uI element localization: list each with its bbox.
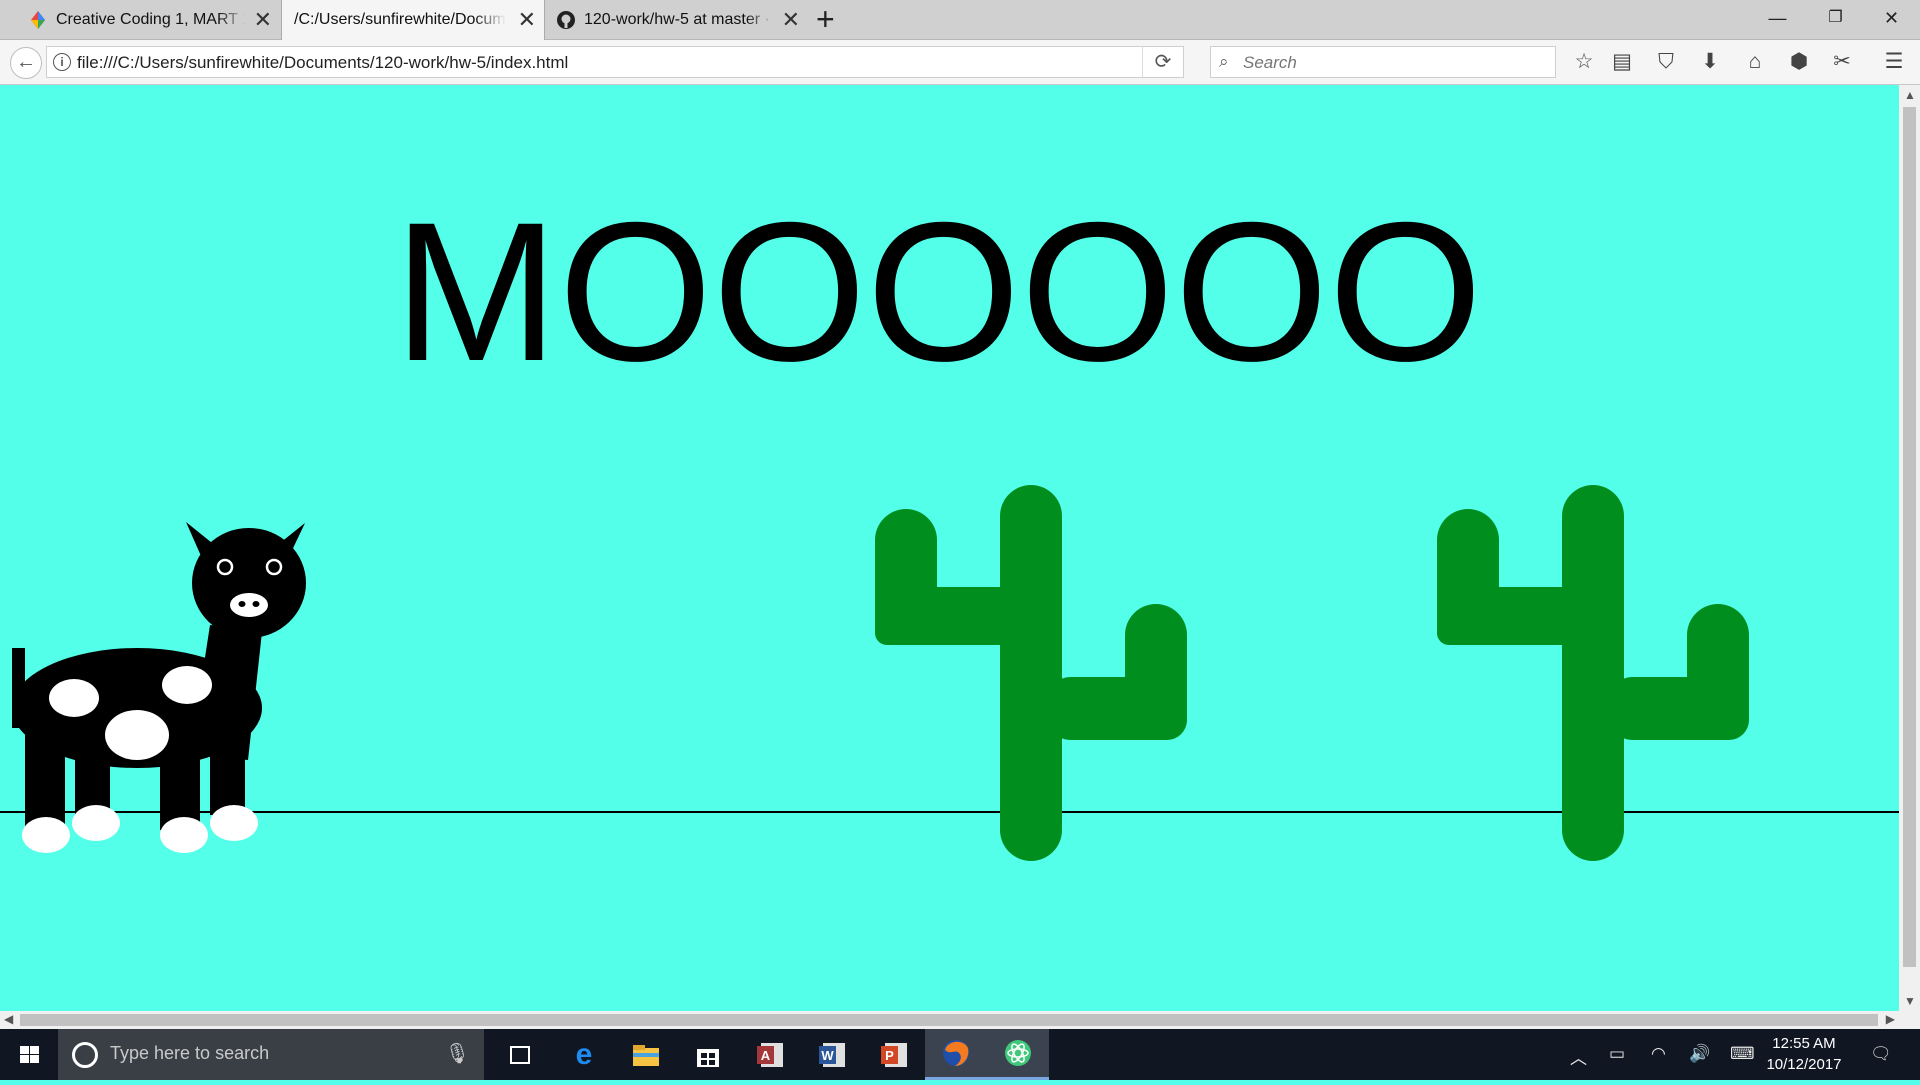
close-window-button[interactable]: ✕ (1864, 0, 1919, 36)
svg-text:e: e (576, 1040, 593, 1070)
cow (12, 522, 306, 853)
volume-icon[interactable]: 🔊 (1689, 1044, 1710, 1064)
scroll-left-icon[interactable]: ◀ (4, 1012, 13, 1026)
firefox-icon[interactable] (925, 1029, 987, 1080)
horizontal-scrollbar[interactable]: ◀ ▶ (0, 1011, 1899, 1029)
pocket-icon[interactable]: ⛉ (1652, 48, 1680, 76)
svg-text:W: W (821, 1048, 834, 1063)
cow-spot (162, 666, 212, 704)
edge-icon[interactable]: e (555, 1029, 613, 1080)
file-explorer-icon[interactable] (617, 1029, 675, 1080)
atom-icon[interactable] (987, 1029, 1049, 1080)
cow-hoof (22, 817, 70, 853)
cactus-trunk (1562, 485, 1624, 861)
close-tab-icon[interactable]: ✕ (254, 8, 272, 31)
screenshot-icon[interactable]: ✂ (1828, 48, 1856, 76)
new-tab-button[interactable]: + (816, 2, 835, 36)
restore-button[interactable]: ❐ (1808, 0, 1863, 36)
scrollbar-thumb[interactable] (1903, 107, 1916, 967)
task-view-icon[interactable] (491, 1029, 549, 1080)
github-icon (557, 10, 575, 29)
svg-text:A: A (761, 1048, 771, 1063)
keyboard-icon[interactable]: ⌨ (1730, 1044, 1755, 1064)
home-icon[interactable]: ⌂ (1741, 48, 1769, 76)
taskbar-search-input[interactable]: Type here to search (110, 1043, 269, 1064)
scene: MOOOOOO (0, 181, 1899, 861)
scrollbar-thumb[interactable] (20, 1014, 1878, 1026)
heading-text: MOOOOOO (394, 181, 1483, 402)
cactus (875, 485, 1187, 861)
cow-hoof (72, 805, 120, 841)
cactus-left-arm-joint (1437, 587, 1577, 645)
cow-snout (230, 593, 268, 617)
extension-icon[interactable]: ⬢ (1785, 48, 1813, 76)
taskbar-search-box[interactable]: Type here to search 🎙 (58, 1029, 484, 1080)
search-icon: ⌕ (1219, 52, 1229, 71)
cow-nostril (252, 601, 260, 607)
page-canvas: MOOOOOO (0, 85, 1899, 1011)
windows-logo-icon (20, 1046, 39, 1063)
cow-nostril (238, 601, 246, 607)
cow-hoof (210, 805, 258, 841)
menu-icon[interactable]: ☰ (1880, 48, 1908, 76)
powerpoint-icon[interactable]: P (865, 1029, 923, 1080)
access-icon[interactable]: A (741, 1029, 799, 1080)
address-text: file:///C:/Users/sunfirewhite/Documents/… (77, 53, 569, 72)
microphone-icon[interactable]: 🎙 (445, 1041, 470, 1066)
cow-leg (210, 735, 245, 815)
clock-time: 12:55 AM (1772, 1035, 1836, 1052)
clock-date: 10/12/2017 (1766, 1056, 1842, 1073)
cow-leg (75, 735, 110, 815)
cactus-left-arm-joint (875, 587, 1015, 645)
cow-hoof (160, 817, 208, 853)
minimize-button[interactable]: — (1750, 0, 1805, 36)
navigation-bar: ← i file:///C:/Users/sunfirewhite/Docume… (0, 40, 1920, 85)
scroll-right-icon[interactable]: ▶ (1886, 1012, 1895, 1026)
reload-button[interactable]: ⟳ (1142, 47, 1183, 77)
cortana-icon[interactable] (72, 1042, 98, 1068)
search-box[interactable]: ⌕ (1210, 46, 1556, 78)
scrollbar-corner (1899, 1011, 1920, 1029)
search-input[interactable] (1241, 50, 1545, 76)
cactus-trunk (1000, 485, 1062, 861)
tab-title: 120-work/hw-5 at master · Jo (584, 10, 774, 28)
svg-text:P: P (885, 1048, 894, 1063)
scroll-down-icon[interactable]: ▼ (1904, 994, 1916, 1008)
tab-github[interactable]: 120-work/hw-5 at master · Jo ✕ (546, 0, 808, 39)
clock[interactable]: 12:55 AM 10/12/2017 (1756, 1033, 1852, 1075)
wifi-icon[interactable]: ◠ (1651, 1044, 1666, 1064)
cactus-right-arm-joint (1050, 677, 1187, 740)
tab-title: /C:/Users/sunfirewhite/Documen (294, 11, 506, 28)
battery-icon[interactable]: ▭ (1609, 1044, 1625, 1064)
vertical-scrollbar[interactable]: ▲ ▼ (1899, 85, 1920, 1011)
info-icon[interactable]: i (53, 53, 71, 71)
cow-spot (105, 710, 169, 760)
store-icon[interactable] (679, 1029, 737, 1080)
action-center-icon[interactable]: 🗨 (1870, 1044, 1892, 1064)
show-hidden-icons-icon[interactable]: ︿ (1570, 1044, 1587, 1069)
cow-leg (160, 735, 200, 830)
tab-strip: Creative Coding 1, MART 12 ✕ /C:/Users/s… (0, 0, 1920, 40)
tab-local-file[interactable]: /C:/Users/sunfirewhite/Documen ✕ (281, 0, 545, 40)
cactus-right-arm-joint (1612, 677, 1749, 740)
download-icon[interactable]: ⬇ (1696, 48, 1724, 76)
cactus (1437, 485, 1749, 861)
start-button[interactable] (0, 1029, 58, 1080)
close-tab-icon[interactable]: ✕ (518, 9, 536, 31)
cow-head (192, 528, 306, 638)
word-icon[interactable]: W (803, 1029, 861, 1080)
reading-list-icon[interactable]: ▤ (1608, 48, 1636, 76)
multicolor-diamond-icon (31, 10, 45, 29)
address-bar[interactable]: i file:///C:/Users/sunfirewhite/Document… (46, 46, 1184, 78)
cow-spot (49, 679, 99, 717)
bookmark-star-icon[interactable]: ☆ (1570, 48, 1598, 76)
close-tab-icon[interactable]: ✕ (782, 8, 800, 31)
scroll-up-icon[interactable]: ▲ (1904, 88, 1916, 102)
tab-title: Creative Coding 1, MART 12 (56, 10, 246, 28)
back-button[interactable]: ← (10, 47, 42, 79)
taskbar: Type here to search 🎙 e A W P ︿ ▭ ◠ 🔊 ⌨ … (0, 1029, 1920, 1080)
cow-leg (25, 735, 65, 830)
tab-creative-coding[interactable]: Creative Coding 1, MART 12 ✕ (18, 0, 280, 39)
